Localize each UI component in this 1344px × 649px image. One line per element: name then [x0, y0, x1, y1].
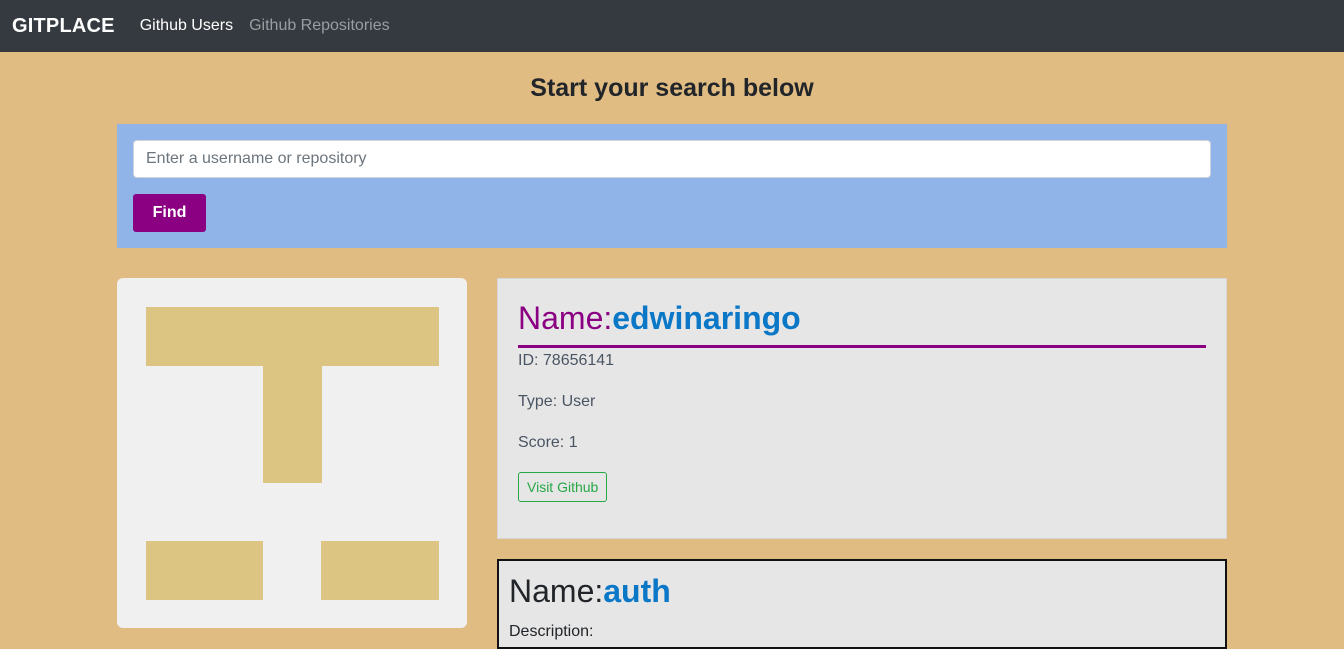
search-heading: Start your search below [530, 74, 814, 102]
identicon-block [146, 307, 439, 366]
user-avatar-identicon [146, 307, 439, 600]
top-navbar: GITPLACE Github Users Github Repositorie… [0, 0, 1344, 52]
user-type: Type: User [518, 393, 596, 410]
user-id: ID: 78656141 [518, 352, 615, 369]
user-result-card: Name:edwinaringo ID: 78656141 Type: User… [497, 278, 1227, 539]
search-panel: Find [117, 124, 1227, 248]
repo-name-label: Name: [509, 573, 604, 609]
repo-result-card: Name:auth Description: [497, 559, 1227, 649]
repo-description-label: Description: [509, 623, 594, 640]
nav-github-repositories[interactable]: Github Repositories [249, 17, 390, 35]
identicon-block [146, 541, 263, 600]
find-button[interactable]: Find [133, 194, 206, 232]
user-name-heading: Name:edwinaringo [518, 299, 1206, 348]
brand-logo[interactable]: GITPLACE [12, 15, 115, 38]
repo-name-heading: Name:auth [509, 571, 1215, 611]
identicon-block [321, 541, 439, 600]
user-score: Score: 1 [518, 434, 578, 451]
user-name-value: edwinaringo [612, 300, 801, 336]
user-name-label: Name: [518, 300, 613, 336]
repo-name-value: auth [603, 573, 671, 609]
avatar-card [117, 278, 467, 628]
visit-github-button[interactable]: Visit Github [518, 472, 608, 502]
identicon-block [263, 366, 322, 483]
search-input[interactable] [133, 140, 1211, 178]
nav-github-users[interactable]: Github Users [140, 17, 233, 35]
